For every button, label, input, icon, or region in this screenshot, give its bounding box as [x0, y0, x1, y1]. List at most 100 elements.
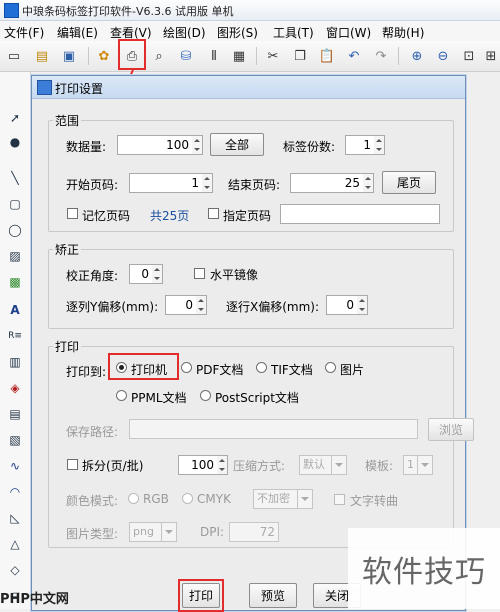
image-radio[interactable] — [325, 362, 336, 373]
row-x-offset-spinner[interactable] — [357, 295, 368, 315]
copy-icon[interactable]: ❐ — [291, 47, 309, 65]
menu-draw[interactable]: 绘图(D) — [163, 24, 206, 41]
split-input[interactable]: 100 — [178, 455, 218, 475]
end-page-input[interactable]: 25 — [290, 173, 364, 193]
copies-input[interactable]: 1 — [345, 135, 375, 155]
rectangle-tool-icon[interactable]: ▢ — [7, 196, 23, 212]
left-toolbox: ➚ ● ╲ ▢ ◯ ▨ ▩ A R≡ ▥ ◈ ▤ ▧ ∿ ◠ ◺ △ ◇ ▱ — [0, 72, 31, 609]
encrypt-select[interactable]: 不加密 — [253, 489, 313, 509]
menu-file[interactable]: 文件(F) — [4, 24, 44, 41]
end-page-label: 结束页码: — [228, 178, 281, 192]
remember-page-checkbox[interactable] — [67, 208, 78, 219]
postscript-radio[interactable] — [200, 390, 211, 401]
image-tool-icon[interactable]: ▨ — [7, 248, 23, 264]
cmyk-radio[interactable] — [182, 493, 193, 504]
browse-button[interactable]: 浏览 — [428, 418, 474, 441]
qrcode-tool-icon[interactable]: ◈ — [7, 380, 23, 396]
data-qty-input[interactable]: 100 — [117, 135, 193, 155]
copies-spinner[interactable] — [374, 135, 385, 155]
specify-page-input[interactable] — [280, 204, 440, 224]
total-pages-text: 共25页 — [150, 209, 190, 223]
zoom-actual-icon[interactable]: ⊞ — [482, 47, 500, 65]
dpi-label: DPI: — [200, 525, 225, 539]
pan-icon[interactable]: ● — [7, 134, 23, 150]
text-outline-checkbox[interactable] — [334, 494, 345, 505]
angle-input[interactable]: 0 — [129, 264, 153, 284]
ellipse-tool-icon[interactable]: ◯ — [7, 222, 23, 238]
menu-help[interactable]: 帮助(H) — [382, 24, 424, 41]
data-qty-label: 数据量: — [66, 140, 107, 154]
menu-window[interactable]: 窗口(W) — [326, 24, 371, 41]
text-tool-icon[interactable]: A — [7, 302, 23, 318]
cut-icon[interactable]: ✂ — [264, 47, 282, 65]
chevron-down-icon — [417, 456, 432, 474]
zoom-fit-icon[interactable]: ⊡ — [460, 47, 478, 65]
range-legend: 范围 — [55, 114, 80, 128]
rich-text-tool-icon[interactable]: R≡ — [7, 328, 23, 344]
save-icon[interactable]: ▣ — [60, 47, 78, 65]
table-tool-icon[interactable]: ▤ — [7, 406, 23, 422]
undo-icon[interactable]: ↶ — [345, 47, 363, 65]
compress-select-value: 默认 — [303, 458, 325, 471]
encrypt-select-value: 不加密 — [257, 492, 290, 505]
printer-radio[interactable] — [116, 362, 127, 373]
rgb-radio[interactable] — [128, 493, 139, 504]
angle-spinner[interactable] — [152, 264, 163, 284]
new-icon[interactable]: ▭ — [5, 47, 23, 65]
triangle-tool-icon[interactable]: △ — [7, 536, 23, 552]
row-x-offset-input[interactable]: 0 — [326, 295, 358, 315]
ppml-radio-label: PPML文档 — [131, 391, 187, 405]
copies-label: 标签份数: — [283, 140, 336, 154]
col-y-offset-input[interactable]: 0 — [165, 295, 197, 315]
specify-page-checkbox[interactable] — [208, 208, 219, 219]
all-button[interactable]: 全部 — [210, 133, 264, 156]
serial-tool-icon[interactable]: ▧ — [7, 432, 23, 448]
toolbar: ▭ ▤ ▣ ✿ ⎙ ⌕ ⛁ ⦀ ▦ ✂ ❐ 📋 ↶ ↷ ⊕ ⊖ ⊡ ⊞ — [0, 41, 500, 72]
line-tool-icon[interactable]: ╲ — [7, 170, 23, 186]
select-pointer-icon[interactable]: ➚ — [7, 110, 23, 126]
diamond-tool-icon[interactable]: ◇ — [7, 562, 23, 578]
mirror-checkbox[interactable] — [194, 268, 205, 279]
print-preview-icon[interactable]: ⌕ — [150, 47, 168, 65]
database-icon[interactable]: ⛁ — [177, 47, 195, 65]
grid-icon[interactable]: ▦ — [230, 47, 248, 65]
barcode-icon[interactable]: ⦀ — [205, 47, 223, 65]
mode-select[interactable]: 1 — [403, 455, 433, 475]
start-page-spinner[interactable] — [202, 173, 213, 193]
chevron-down-icon — [331, 456, 346, 474]
cmyk-radio-label: CMYK — [197, 492, 231, 506]
barcode-tool-icon[interactable]: ▥ — [7, 354, 23, 370]
menu-edit[interactable]: 编辑(E) — [57, 24, 98, 41]
end-page-spinner[interactable] — [363, 173, 374, 193]
save-path-input[interactable] — [129, 419, 418, 439]
polygon-tool-icon[interactable]: ◺ — [7, 510, 23, 526]
dialog-icon — [37, 80, 52, 95]
curve-tool-icon[interactable]: ∿ — [7, 458, 23, 474]
tif-radio[interactable] — [256, 362, 267, 373]
mode-label: 模板: — [365, 459, 394, 473]
start-page-input[interactable]: 1 — [129, 173, 203, 193]
zoom-in-icon[interactable]: ⊕ — [408, 47, 426, 65]
arc-tool-icon[interactable]: ◠ — [7, 484, 23, 500]
dpi-input[interactable]: 72 — [229, 522, 279, 542]
zoom-out-icon[interactable]: ⊖ — [434, 47, 452, 65]
settings-icon[interactable]: ✿ — [95, 47, 113, 65]
menu-shape[interactable]: 图形(S) — [217, 24, 258, 41]
preview-button[interactable]: 预览 — [249, 583, 297, 608]
picture-tool-icon[interactable]: ▩ — [7, 274, 23, 290]
data-qty-spinner[interactable] — [192, 135, 203, 155]
pdf-radio[interactable] — [181, 362, 192, 373]
print-button[interactable]: 打印 — [182, 583, 220, 608]
last-page-button[interactable]: 尾页 — [382, 171, 436, 194]
open-icon[interactable]: ▤ — [33, 47, 51, 65]
col-y-offset-spinner[interactable] — [196, 295, 207, 315]
split-checkbox[interactable] — [67, 459, 78, 470]
redo-icon[interactable]: ↷ — [372, 47, 390, 65]
print-button-highlight — [118, 39, 146, 70]
compress-select[interactable]: 默认 — [299, 455, 347, 475]
ppml-radio[interactable] — [116, 390, 127, 401]
image-type-select[interactable]: png — [129, 522, 177, 542]
menu-tools[interactable]: 工具(T) — [273, 24, 314, 41]
split-spinner[interactable] — [217, 455, 228, 475]
paste-icon[interactable]: 📋 — [318, 47, 336, 65]
